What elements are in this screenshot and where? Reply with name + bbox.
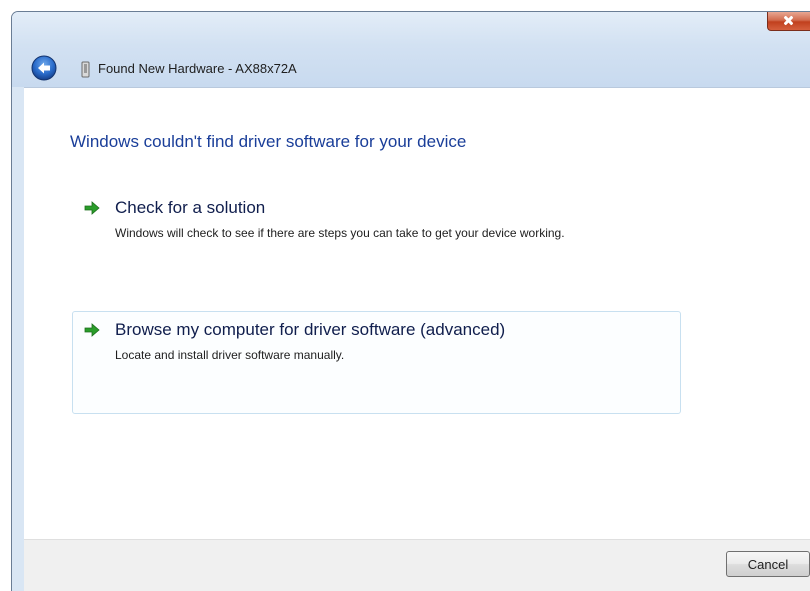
page-heading: Windows couldn't find driver software fo… — [70, 132, 467, 151]
close-button[interactable] — [767, 12, 810, 31]
hardware-device-icon — [81, 61, 90, 78]
green-arrow-icon — [84, 323, 100, 337]
option-description: Locate and install driver software manua… — [115, 348, 345, 362]
cancel-button[interactable]: Cancel — [726, 551, 810, 577]
button-bar: Cancel — [24, 539, 810, 591]
browse-computer-option[interactable]: Browse my computer for driver software (… — [72, 311, 681, 414]
green-arrow-icon — [84, 201, 100, 215]
back-button[interactable] — [31, 55, 57, 81]
title-bar: Found New Hardware - AX88x72A — [12, 12, 810, 87]
window-title: Found New Hardware - AX88x72A — [98, 61, 297, 76]
content-area: Windows couldn't find driver software fo… — [24, 87, 810, 540]
dialog-window: Found New Hardware - AX88x72A Windows co… — [11, 11, 810, 591]
check-for-solution-option[interactable]: Check for a solution Windows will check … — [72, 189, 681, 267]
option-title: Check for a solution — [115, 198, 266, 217]
option-title: Browse my computer for driver software (… — [115, 320, 506, 339]
option-description: Windows will check to see if there are s… — [115, 226, 565, 240]
